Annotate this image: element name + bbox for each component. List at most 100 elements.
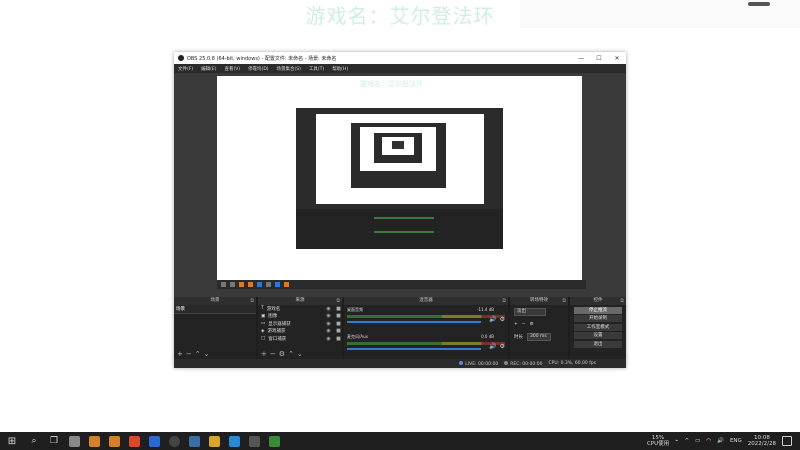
start-recording-button[interactable]: 开始录制 — [574, 315, 622, 322]
studio-mode-button[interactable]: 工作室模式 — [574, 323, 622, 331]
source-item[interactable]: T 游戏名 ◉ ■ — [258, 305, 342, 313]
obs-taskbar-icon[interactable] — [164, 432, 184, 450]
dock-float-icon[interactable]: ⧉ — [250, 297, 254, 305]
add-transition-icon[interactable]: + — [514, 322, 518, 327]
search-icon[interactable]: ⌕ — [24, 432, 44, 450]
dock-float-icon[interactable]: ⧉ — [562, 297, 566, 305]
maximize-button[interactable]: ☐ — [590, 55, 608, 62]
volume-icon[interactable]: 🔊 — [717, 438, 724, 444]
nested-obs-capture — [296, 103, 503, 249]
source-settings-gear-icon[interactable]: ⚙ — [279, 350, 285, 358]
display-icon[interactable]: ▭ — [695, 438, 700, 444]
obs-titlebar[interactable]: OBS 25.0.8 (64-bit, windows) - 配置文件: 未命名… — [174, 52, 626, 64]
scene-item[interactable]: 场景 — [174, 305, 256, 314]
move-down-icon[interactable]: ⌄ — [297, 350, 303, 358]
speaker-icon[interactable]: 🔊 — [489, 316, 496, 323]
windows-taskbar: ⊞ ⌕ ❐ 15% CPU使用 ⌁ ^ ▭ ◠ 🔊 ENG 10:08 2022… — [0, 432, 800, 450]
notification-icon[interactable] — [782, 436, 792, 446]
status-bar: LIVE: 00:00:00 REC: 00:00:00 CPU: 0.3%, … — [174, 359, 626, 368]
lock-icon[interactable]: ■ — [335, 328, 342, 334]
source-label: 窗口捕获 — [268, 336, 287, 342]
dock-float-icon[interactable]: ⧉ — [336, 297, 340, 305]
menu-view[interactable]: 查看(V) — [224, 66, 240, 72]
task-view-icon[interactable]: ❐ — [44, 432, 64, 450]
visibility-eye-icon[interactable]: ◉ — [325, 336, 332, 342]
network-icon[interactable]: ⌁ — [675, 438, 678, 444]
volume-fader[interactable] — [347, 321, 482, 323]
taskbar-app-icon[interactable] — [124, 432, 144, 450]
taskbar-app-icon[interactable] — [264, 432, 284, 450]
language-indicator[interactable]: ENG — [730, 438, 742, 444]
sources-dock: 来源 ⧉ T 游戏名 ◉ ■ ▣ 图像 ◉ ■ ▭ 显示器捕获 ◉ ■ ◈ 游戏… — [258, 297, 342, 359]
chevron-up-icon[interactable]: ^ — [684, 438, 689, 444]
menu-edit[interactable]: 编辑(E) — [201, 66, 216, 72]
add-source-icon[interactable]: + — [261, 350, 267, 358]
lock-icon[interactable]: ■ — [335, 313, 342, 319]
taskbar-app-icon[interactable] — [224, 432, 244, 450]
wifi-icon[interactable]: ◠ — [706, 438, 711, 444]
preview-watermark: 游戏名：艾尔登法环 — [360, 80, 423, 88]
track-db: 0.0 dB — [481, 334, 494, 339]
add-scene-icon[interactable]: + — [177, 350, 183, 358]
sources-header: 来源 ⧉ — [258, 297, 342, 305]
dock-float-icon[interactable]: ⧉ — [620, 297, 624, 305]
move-up-icon[interactable]: ⌃ — [288, 350, 294, 358]
visibility-eye-icon[interactable]: ◉ — [325, 321, 332, 327]
strip-app-icon — [230, 282, 235, 287]
taskbar-app-icon[interactable] — [204, 432, 224, 450]
lock-icon[interactable]: ■ — [335, 336, 342, 342]
obs-window: OBS 25.0.8 (64-bit, windows) - 配置文件: 未命名… — [174, 52, 626, 368]
transition-select[interactable]: 淡出 — [514, 308, 546, 316]
taskbar-app-icon[interactable] — [104, 432, 124, 450]
track-settings-gear-icon[interactable]: ⚙ — [500, 316, 505, 323]
visibility-eye-icon[interactable]: ◉ — [325, 306, 332, 312]
move-up-icon[interactable]: ⌃ — [195, 350, 201, 358]
drag-handle[interactable] — [748, 2, 770, 6]
visibility-eye-icon[interactable]: ◉ — [325, 313, 332, 319]
remove-scene-icon[interactable]: − — [186, 350, 192, 358]
exit-button[interactable]: 退出 — [574, 340, 622, 348]
taskbar-app-icon[interactable] — [244, 432, 264, 450]
dock-float-icon[interactable]: ⧉ — [502, 297, 506, 305]
duration-input[interactable]: 300 ms — [527, 333, 551, 341]
transition-settings-gear-icon[interactable]: ⚙ — [530, 322, 534, 327]
volume-fader[interactable] — [347, 348, 482, 350]
minimize-button[interactable]: — — [572, 55, 590, 62]
lock-icon[interactable]: ■ — [335, 321, 342, 327]
steam-taskbar-icon[interactable] — [184, 432, 204, 450]
menu-scene-collection[interactable]: 场景集合(S) — [277, 66, 301, 72]
cpu-usage-widget[interactable]: 15% CPU使用 — [647, 435, 669, 447]
remove-source-icon[interactable]: − — [270, 350, 276, 358]
scenes-header: 场景 ⧉ — [174, 297, 256, 305]
menu-tools[interactable]: 工具(T) — [309, 66, 324, 72]
settings-button[interactable]: 设置 — [574, 332, 622, 339]
preview-canvas[interactable]: 游戏名：艾尔登法环 — [217, 76, 582, 280]
strip-app-icon — [257, 282, 262, 287]
close-button[interactable]: ✕ — [608, 55, 626, 62]
move-down-icon[interactable]: ⌄ — [204, 350, 210, 358]
nested-obs-capture-2 — [351, 123, 446, 188]
menu-help[interactable]: 帮助(H) — [332, 66, 348, 72]
preview-area[interactable]: 游戏名：艾尔登法环 — [174, 73, 626, 297]
source-item[interactable]: ▭ 显示器捕获 ◉ ■ — [258, 320, 342, 328]
menu-file[interactable]: 文件(F) — [178, 66, 193, 72]
mixer-track: 麦克风/Aux 0.0 dB 🔊 ⚙ — [344, 332, 508, 359]
visibility-eye-icon[interactable]: ◉ — [325, 328, 332, 334]
speaker-icon[interactable]: 🔊 — [489, 343, 496, 350]
window-icon: □ — [261, 336, 266, 342]
strip-app-icon — [248, 282, 253, 287]
menu-docks[interactable]: 停靠坞(D) — [248, 66, 268, 72]
track-settings-gear-icon[interactable]: ⚙ — [500, 343, 505, 350]
preview-taskbar-strip — [217, 280, 586, 289]
lock-icon[interactable]: ■ — [335, 306, 342, 312]
clock[interactable]: 10:08 2022/2/28 — [748, 435, 776, 447]
stop-streaming-button[interactable]: 停止推流 — [574, 306, 622, 314]
taskbar-app-icon[interactable] — [64, 432, 84, 450]
taskbar-app-icon[interactable] — [144, 432, 164, 450]
source-item[interactable]: ◈ 游戏捕获 ◉ ■ — [258, 328, 342, 336]
taskbar-app-icon[interactable] — [84, 432, 104, 450]
source-item[interactable]: ▣ 图像 ◉ ■ — [258, 313, 342, 321]
windows-start-icon[interactable]: ⊞ — [0, 432, 24, 450]
remove-transition-icon[interactable]: − — [522, 322, 526, 327]
source-item[interactable]: □ 窗口捕获 ◉ ■ — [258, 335, 342, 343]
